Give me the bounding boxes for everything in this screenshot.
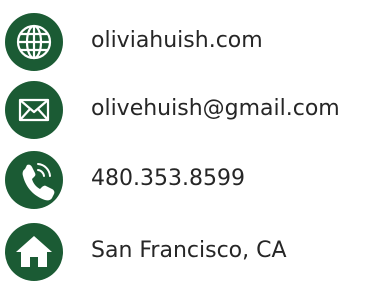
phone-icon bbox=[5, 151, 63, 209]
contact-email-row: olivehuish@gmail.com bbox=[0, 79, 378, 143]
home-icon bbox=[5, 223, 63, 281]
globe-icon bbox=[5, 13, 63, 71]
phone-link[interactable]: 480.353.8599 bbox=[91, 165, 245, 193]
address-text: San Francisco, CA bbox=[91, 238, 287, 263]
website-link[interactable]: oliviahuish.com bbox=[91, 27, 263, 55]
contact-website-row: oliviahuish.com bbox=[0, 11, 378, 75]
contact-phone-row: 480.353.8599 bbox=[0, 149, 378, 213]
email-link[interactable]: olivehuish@gmail.com bbox=[91, 95, 340, 123]
envelope-icon bbox=[5, 81, 63, 139]
contact-address-row: San Francisco, CA bbox=[0, 217, 378, 281]
